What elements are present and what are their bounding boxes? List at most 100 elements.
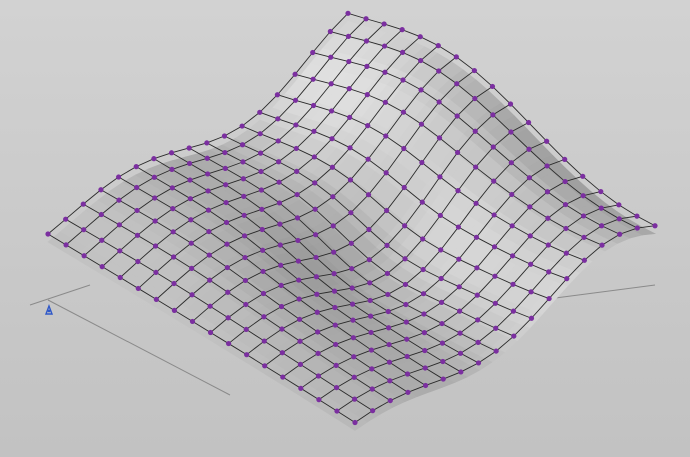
control-point[interactable] [171,307,178,313]
control-point[interactable] [387,378,393,384]
control-point[interactable] [420,266,426,273]
control-point[interactable] [224,241,230,247]
control-point[interactable] [347,145,353,151]
control-point[interactable] [366,226,372,233]
control-point[interactable] [369,366,375,372]
control-point[interactable] [472,95,478,102]
control-point[interactable] [598,205,604,211]
control-point[interactable] [528,289,534,295]
control-point[interactable] [491,178,497,184]
control-point[interactable] [475,317,481,323]
control-point[interactable] [170,254,177,260]
control-point[interactable] [189,292,195,298]
control-point[interactable] [386,325,392,331]
control-point[interactable] [418,57,424,64]
control-point[interactable] [292,71,298,77]
control-point[interactable] [400,77,406,83]
control-point[interactable] [404,353,410,360]
control-point[interactable] [187,196,194,202]
control-point[interactable] [493,325,499,331]
control-point[interactable] [509,223,515,229]
control-point[interactable] [346,86,352,92]
control-point[interactable] [152,218,158,224]
control-point[interactable] [419,159,425,166]
control-point[interactable] [81,253,87,259]
control-point[interactable] [490,144,496,150]
control-point[interactable] [401,145,407,152]
control-point[interactable] [508,160,514,166]
control-point[interactable] [313,254,319,261]
control-point[interactable] [580,213,587,219]
control-point[interactable] [276,200,283,206]
control-point[interactable] [98,211,104,218]
control-point[interactable] [456,284,462,290]
control-point[interactable] [45,231,51,237]
control-point[interactable] [116,222,123,228]
control-point[interactable] [457,330,463,336]
control-point[interactable] [367,313,374,319]
control-point[interactable] [421,311,427,317]
control-point[interactable] [310,102,317,109]
control-point[interactable] [205,188,211,194]
control-point[interactable] [473,164,479,170]
control-point[interactable] [257,109,263,115]
control-point[interactable] [382,69,388,75]
control-point[interactable] [491,244,498,250]
control-point[interactable] [314,291,320,297]
control-point[interactable] [453,54,459,60]
control-point[interactable] [402,281,409,288]
control-point[interactable] [546,269,552,275]
control-point[interactable] [437,174,443,180]
control-point[interactable] [332,304,338,311]
control-point[interactable] [312,232,319,238]
control-point[interactable] [333,384,340,391]
control-point[interactable] [223,219,230,226]
control-point[interactable] [345,10,351,16]
control-point[interactable] [383,133,389,139]
control-point[interactable] [313,274,320,280]
control-point[interactable] [205,171,211,177]
control-point[interactable] [440,376,446,382]
control-point[interactable] [222,149,228,156]
control-point[interactable] [117,248,123,254]
control-point[interactable] [315,373,322,379]
control-point[interactable] [475,360,482,366]
control-point[interactable] [384,270,391,277]
control-point[interactable] [616,216,622,222]
control-point[interactable] [260,247,266,253]
control-point[interactable] [259,206,265,212]
control-point[interactable] [168,150,175,156]
control-point[interactable] [546,295,552,302]
control-point[interactable] [135,285,141,292]
control-point[interactable] [315,350,321,356]
control-point[interactable] [186,160,193,167]
control-point[interactable] [545,242,551,248]
control-point[interactable] [422,347,428,354]
control-point[interactable] [491,212,497,218]
control-point[interactable] [387,397,393,404]
control-point[interactable] [277,242,283,248]
control-point[interactable] [363,38,370,44]
control-point[interactable] [473,200,479,206]
control-point[interactable] [243,301,249,308]
control-point[interactable] [243,326,249,333]
control-point[interactable] [328,108,335,114]
control-point[interactable] [348,210,354,216]
control-point[interactable] [225,315,231,321]
control-point[interactable] [382,99,388,105]
control-point[interactable] [331,249,337,255]
control-point[interactable] [293,145,299,152]
control-point[interactable] [562,156,568,162]
control-point[interactable] [471,67,478,74]
control-point[interactable] [134,207,140,214]
control-point[interactable] [419,199,425,205]
control-point[interactable] [350,317,356,323]
control-point[interactable] [454,113,460,119]
control-point[interactable] [454,81,460,87]
control-point[interactable] [436,135,443,141]
control-point[interactable] [152,195,158,201]
control-point[interactable] [207,303,213,309]
control-point[interactable] [328,81,334,87]
control-point[interactable] [510,308,517,314]
control-point[interactable] [616,202,622,208]
